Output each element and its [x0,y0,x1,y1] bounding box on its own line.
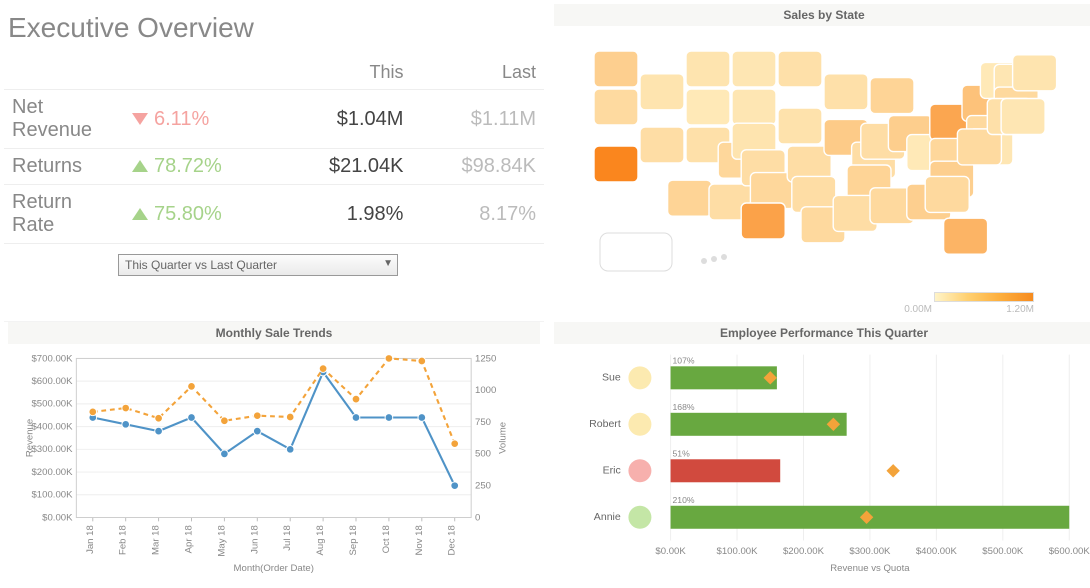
employee-performance-chart: $0.00K $100.00K $200.00K $300.00K $400.00K $5… [554,345,1090,575]
kpi-delta: 78.72% [154,155,222,177]
svg-text:Robert: Robert [589,418,621,430]
trends-title: Monthly Sale Trends [8,322,540,345]
kpi-label: Returns [4,149,124,185]
kpi-label: Net Revenue [4,90,124,149]
svg-text:Jun 18: Jun 18 [249,525,260,554]
svg-text:Revenue: Revenue [24,419,35,457]
svg-text:Nov 18: Nov 18 [414,525,425,555]
page-title: Executive Overview [4,4,544,56]
svg-text:Apr 18: Apr 18 [183,525,194,553]
map-title: Sales by State [554,4,1090,27]
kpi-last: $1.11M [411,90,544,149]
svg-text:107%: 107% [673,355,695,365]
svg-text:$200.00K: $200.00K [31,467,73,478]
svg-text:$600.00K: $600.00K [1049,546,1090,557]
svg-text:$600.00K: $600.00K [31,376,73,387]
trends-panel: Monthly Sale Trends $0.00K $100.00K $200.0… [4,322,544,584]
svg-text:Dec 18: Dec 18 [447,525,458,555]
svg-text:$300.00K: $300.00K [31,444,73,455]
svg-text:$500.00K: $500.00K [982,546,1024,557]
svg-text:$300.00K: $300.00K [849,546,891,557]
kpi-table: This Last Net Revenue 6.11% $1.04M $1.11… [4,56,544,244]
svg-text:$500.00K: $500.00K [31,399,73,410]
kpi-label: Return Rate [4,185,124,244]
svg-text:$400.00K: $400.00K [916,546,958,557]
kpi-this: $21.04K [279,149,412,185]
svg-text:$100.00K: $100.00K [717,546,759,557]
svg-text:Aug 18: Aug 18 [315,525,326,555]
employee-panel: Employee Performance This Quarter $0.00K… [554,322,1090,584]
legend-gradient [934,292,1034,302]
arrow-up-icon [132,208,148,220]
svg-text:Annie: Annie [594,511,621,523]
legend-max: 1.20M [1006,304,1034,315]
svg-text:Feb 18: Feb 18 [118,525,129,555]
kpi-delta: 75.80% [154,203,222,225]
kpi-panel: Executive Overview This Last Net Revenue… [4,4,544,322]
kpi-last: 8.17% [411,185,544,244]
svg-text:168%: 168% [673,402,695,412]
map-legend: 0.00M 1.20M [554,292,1090,322]
svg-text:250: 250 [475,481,491,492]
kpi-col-last: Last [411,56,544,90]
svg-text:$400.00K: $400.00K [31,421,73,432]
legend-min: 0.00M [904,304,932,315]
svg-text:1000: 1000 [475,385,496,396]
kpi-this: 1.98% [279,185,412,244]
svg-text:0: 0 [475,512,480,523]
svg-text:$200.00K: $200.00K [783,546,825,557]
monthly-trends-chart: $0.00K $100.00K $200.00K $300.00K $400.00K $5… [8,345,528,575]
kpi-row: Net Revenue 6.11% $1.04M $1.11M [4,90,544,149]
svg-text:$700.00K: $700.00K [31,353,73,364]
svg-text:$0.00K: $0.00K [42,512,73,523]
svg-text:Volume: Volume [498,422,509,454]
svg-text:Jan 18: Jan 18 [85,525,96,554]
svg-text:51%: 51% [673,448,691,458]
svg-text:Sue: Sue [602,372,621,384]
svg-text:Mar 18: Mar 18 [151,525,162,555]
kpi-col-this: This [279,56,412,90]
kpi-delta: 6.11% [154,108,209,130]
svg-text:May 18: May 18 [216,525,227,556]
kpi-last: $98.84K [411,149,544,185]
svg-text:Oct 18: Oct 18 [381,525,392,553]
kpi-row: Return Rate 75.80% 1.98% 8.17% [4,185,544,244]
arrow-down-icon [132,113,148,125]
svg-text:Revenue vs Quota: Revenue vs Quota [830,563,910,574]
svg-text:750: 750 [475,417,491,428]
svg-text:Jul 18: Jul 18 [282,525,293,551]
svg-text:500: 500 [475,449,491,460]
employee-title: Employee Performance This Quarter [554,322,1090,345]
kpi-row: Returns 78.72% $21.04K $98.84K [4,149,544,185]
svg-text:210%: 210% [673,495,695,505]
us-map [554,27,1090,287]
svg-text:$100.00K: $100.00K [31,490,73,501]
period-selector[interactable]: This Quarter vs Last Quarter [118,254,398,276]
kpi-this: $1.04M [279,90,412,149]
arrow-up-icon [132,160,148,172]
map-panel: Sales by State 0.00M 1.20M [554,4,1090,322]
svg-text:Month(Order Date): Month(Order Date) [234,563,314,574]
svg-text:Eric: Eric [603,465,621,477]
svg-text:$0.00K: $0.00K [655,546,686,557]
svg-text:Sep 18: Sep 18 [348,525,359,555]
svg-text:1250: 1250 [475,353,496,364]
